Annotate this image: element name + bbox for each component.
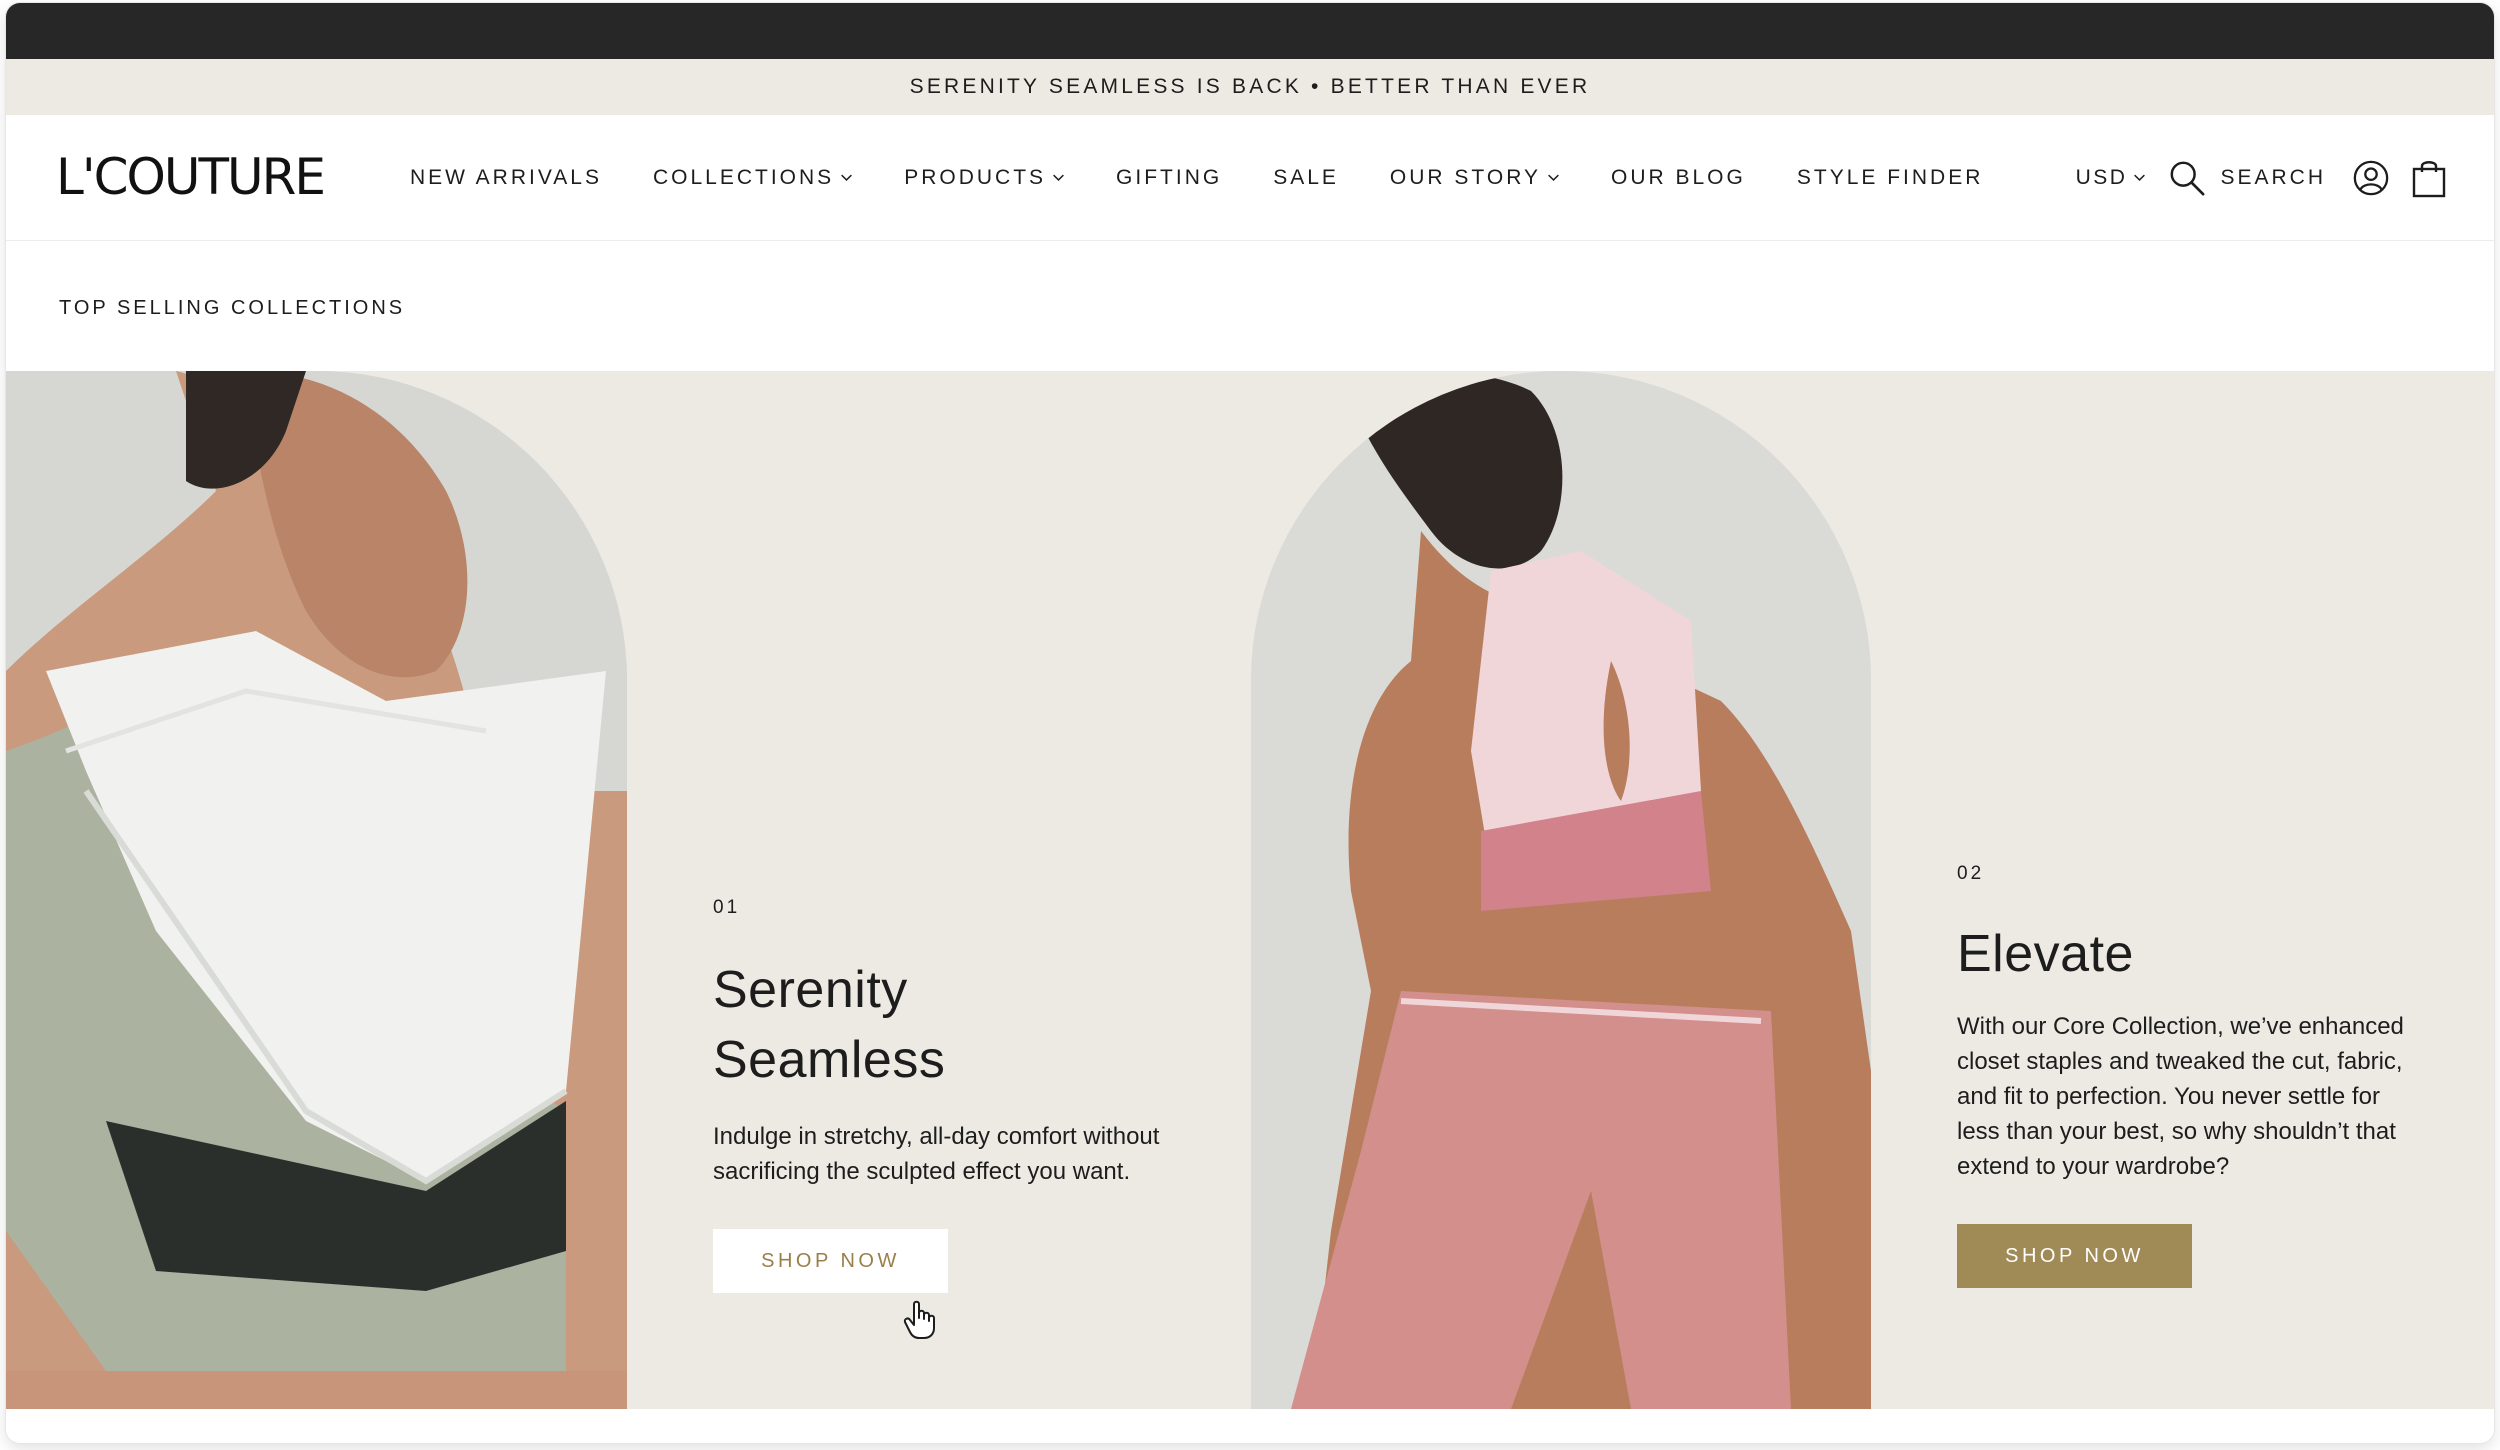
collection-title-line1: Serenity xyxy=(713,961,908,1019)
collection-description: Indulge in stretchy, all-day comfort wit… xyxy=(713,1123,1160,1185)
nav-label: PRODUCTS xyxy=(904,166,1047,189)
hand-cursor-icon xyxy=(902,1300,938,1340)
nav-label: COLLECTIONS xyxy=(652,166,835,189)
collection-number: 02 xyxy=(1957,863,1985,884)
collection-image-serenity xyxy=(6,371,627,1409)
shopping-bag-icon[interactable] xyxy=(2412,158,2446,198)
chevron-down-icon xyxy=(840,171,853,184)
nav-label: SALE xyxy=(1273,166,1339,189)
nav-sale[interactable]: SALE xyxy=(1273,166,1339,190)
nav-style-finder[interactable]: STYLE FINDER xyxy=(1797,166,1984,190)
header-utilities: USD SEARCH xyxy=(2076,115,2446,241)
collection-description: With our Core Collection, we’ve enhanced… xyxy=(1957,1013,2404,1180)
collection-title-line2: Seamless xyxy=(713,1031,946,1089)
nav-label: OUR STORY xyxy=(1389,166,1541,189)
nav-label: OUR BLOG xyxy=(1611,166,1746,189)
browser-chrome-bar xyxy=(6,3,2494,59)
currency-label: USD xyxy=(2075,166,2128,189)
collection-number: 01 xyxy=(713,897,741,918)
nav-our-blog[interactable]: OUR BLOG xyxy=(1611,166,1746,190)
browser-window: SERENITY SEAMLESS IS BACK • BETTER THAN … xyxy=(6,3,2494,1443)
nav-label: NEW ARRIVALS xyxy=(410,166,602,189)
collection-card-serenity: 01 Serenity Seamless Indulge in stretchy… xyxy=(713,897,1173,1293)
nav-collections[interactable]: COLLECTIONS xyxy=(653,166,853,190)
brand-logo[interactable]: L'COUTURE xyxy=(56,145,326,209)
nav-gifting[interactable]: GIFTING xyxy=(1116,166,1222,190)
collection-title: Serenity Seamless xyxy=(713,955,1173,1095)
main-nav: NEW ARRIVALS COLLECTIONS PRODUCTS GIFTIN… xyxy=(410,115,2034,241)
nav-label: GIFTING xyxy=(1116,166,1223,189)
currency-selector[interactable]: USD xyxy=(2076,166,2147,190)
announcement-text: SERENITY SEAMLESS IS BACK • BETTER THAN … xyxy=(909,75,1591,98)
page-bottom-strip xyxy=(6,1409,2494,1443)
chevron-down-icon xyxy=(1052,171,1065,184)
search-button[interactable]: SEARCH xyxy=(2168,159,2326,197)
section-header: TOP SELLING COLLECTIONS xyxy=(6,241,2494,371)
nav-products[interactable]: PRODUCTS xyxy=(904,166,1065,190)
shop-now-button-elevate[interactable]: SHOP NOW xyxy=(1957,1224,2192,1288)
nav-our-story[interactable]: OUR STORY xyxy=(1390,166,1560,190)
account-icon[interactable] xyxy=(2352,159,2390,197)
collection-card-elevate: 02 Elevate With our Core Collection, we’… xyxy=(1957,863,2427,1288)
collection-image-elevate xyxy=(1251,371,1871,1409)
site-header: L'COUTURE NEW ARRIVALS COLLECTIONS PRODU… xyxy=(6,115,2494,241)
section-title: TOP SELLING COLLECTIONS xyxy=(59,297,406,319)
announcement-bar: SERENITY SEAMLESS IS BACK • BETTER THAN … xyxy=(6,59,2494,115)
search-icon xyxy=(2168,159,2206,197)
chevron-down-icon xyxy=(2133,171,2146,184)
shop-now-button-serenity[interactable]: SHOP NOW xyxy=(713,1229,948,1293)
chevron-down-icon xyxy=(1547,171,1560,184)
search-label: SEARCH xyxy=(2220,166,2326,189)
nav-label: STYLE FINDER xyxy=(1796,166,1984,189)
collection-title: Elevate xyxy=(1957,925,2134,983)
nav-new-arrivals[interactable]: NEW ARRIVALS xyxy=(410,166,602,190)
collections-hero: 01 Serenity Seamless Indulge in stretchy… xyxy=(6,371,2494,1409)
